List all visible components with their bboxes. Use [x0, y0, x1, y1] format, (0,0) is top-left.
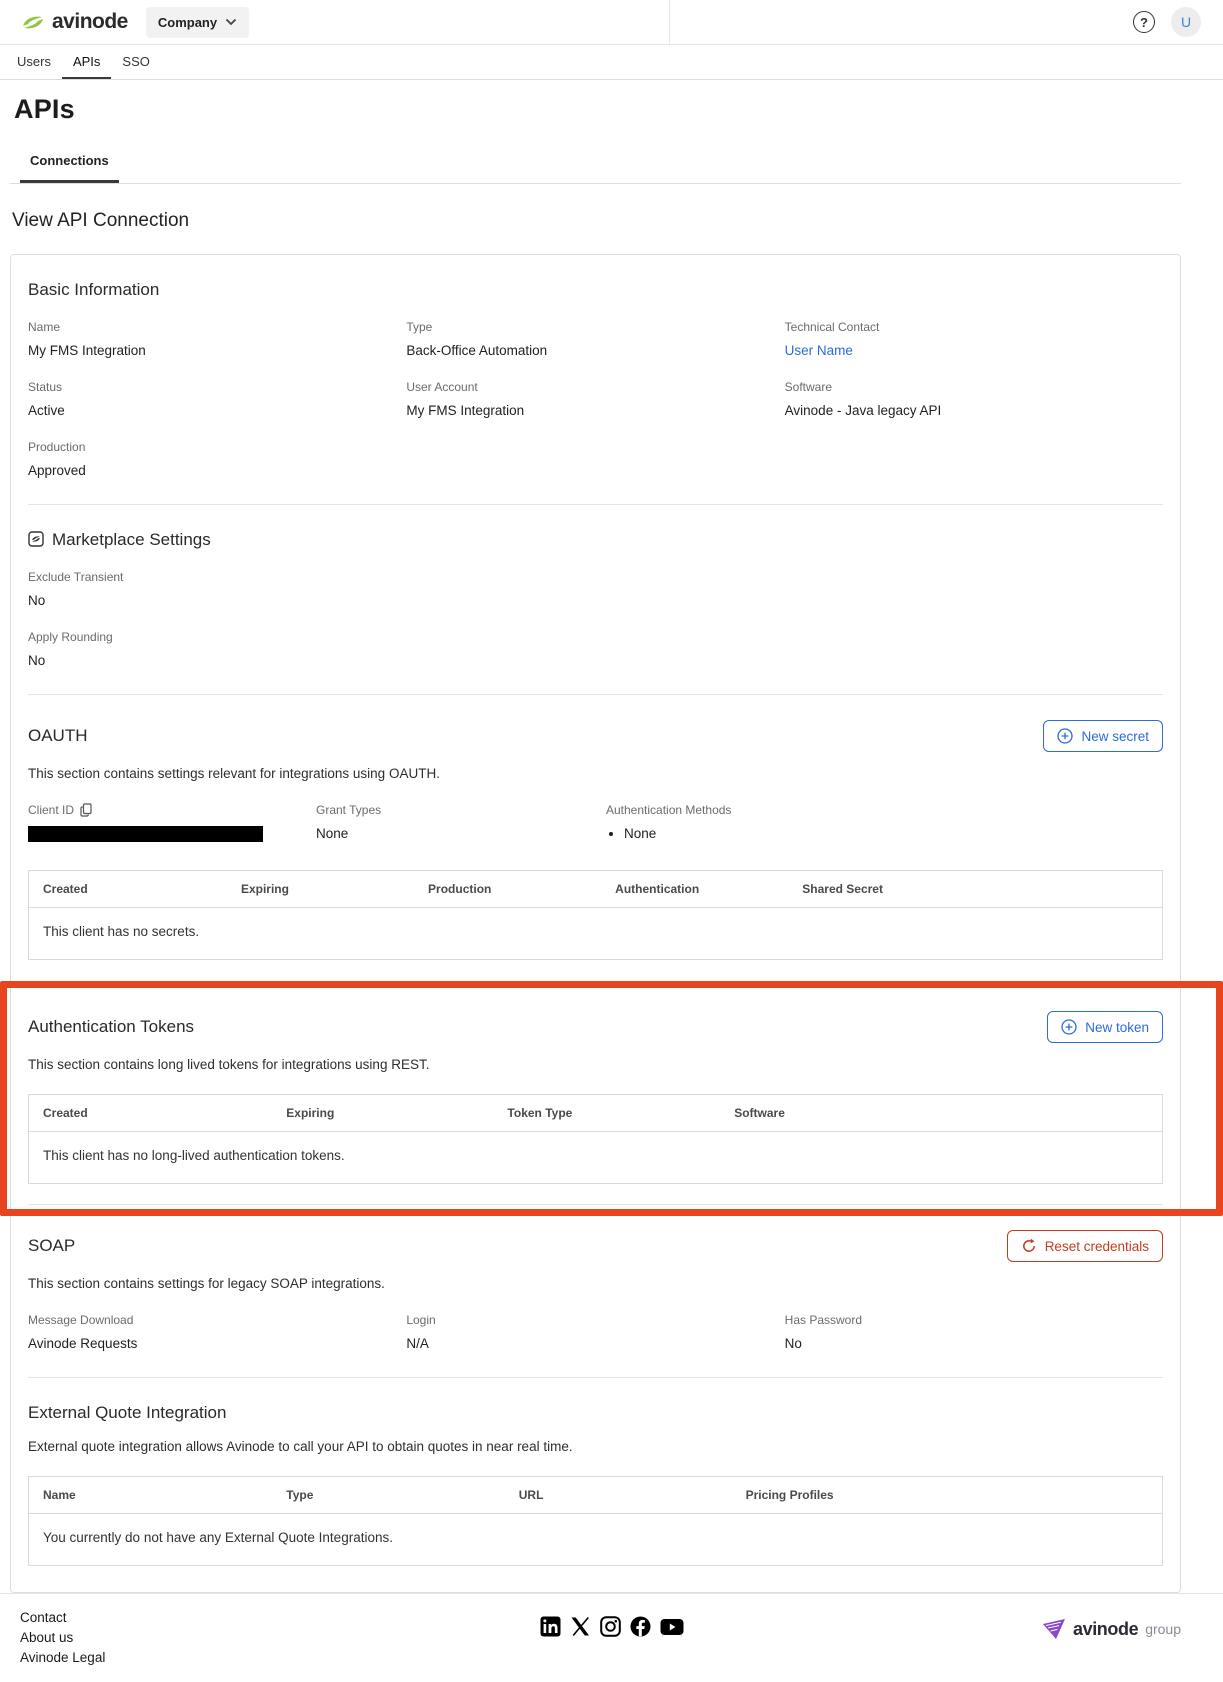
auth-tokens-table: Created Expiring Token Type Software Thi…: [28, 1094, 1163, 1184]
field-name: Name My FMS Integration: [28, 320, 146, 358]
page-footer: Contact About us Avinode Legal avinode g…: [0, 1594, 1223, 1682]
basic-information-title: Basic Information: [28, 280, 160, 299]
copy-icon[interactable]: [80, 803, 92, 817]
oauth-title: OAUTH: [28, 726, 88, 745]
new-secret-button[interactable]: New secret: [1043, 720, 1163, 752]
soap-description: This section contains settings for legac…: [28, 1276, 385, 1291]
table-row: This client has no long-lived authentica…: [29, 1132, 1163, 1184]
subtab-bar: Connections: [10, 147, 1181, 184]
client-id-redacted-value: [28, 826, 263, 842]
chevron-down-icon: [225, 18, 237, 26]
help-button[interactable]: ?: [1133, 11, 1155, 33]
facebook-icon[interactable]: [630, 1616, 651, 1637]
main-content: APIs Connections View API Connection Bas…: [0, 80, 1223, 1593]
company-selector[interactable]: Company: [145, 6, 250, 38]
reset-credentials-button[interactable]: Reset credentials: [1006, 1230, 1163, 1262]
linkedin-icon[interactable]: [540, 1616, 561, 1637]
empty-tokens-message: This client has no long-lived authentica…: [43, 1148, 345, 1163]
footer-links: Contact About us Avinode Legal: [20, 1610, 105, 1665]
technical-contact-link[interactable]: User Name: [785, 343, 853, 358]
avinode-group-triangle-icon: [1042, 1619, 1065, 1639]
external-quote-description: External quote integration allows Avinod…: [28, 1439, 573, 1454]
oauth-description: This section contains settings relevant …: [28, 766, 440, 781]
table-row: This client has no secrets.: [29, 908, 1163, 960]
empty-secrets-message: This client has no secrets.: [43, 924, 200, 939]
external-quote-title: External Quote Integration: [28, 1403, 227, 1422]
section-external-quote: External Quote Integration External quot…: [28, 1377, 1163, 1592]
x-icon[interactable]: [570, 1616, 591, 1637]
field-grant-types: Grant Types None: [316, 803, 382, 841]
instagram-icon[interactable]: [599, 1616, 621, 1637]
section-soap: SOAP Reset credentials This section cont…: [28, 1204, 1163, 1377]
footer-link-about[interactable]: About us: [20, 1630, 105, 1645]
section-oauth: OAUTH New secret This section contains s…: [28, 694, 1163, 986]
field-technical-contact: Technical Contact User Name: [784, 320, 880, 358]
section-authentication-tokens: Authentication Tokens New token This sec…: [0, 981, 1223, 1216]
field-login: Login N/A: [406, 1313, 436, 1351]
admin-nav-tabs: Users APIs SSO: [0, 45, 1223, 80]
plus-circle-icon: [1057, 728, 1074, 744]
avinode-logo[interactable]: avinode: [20, 10, 128, 34]
avinode-swoosh-icon: [23, 16, 43, 28]
api-connection-card: Basic Information Name My FMS Integratio…: [0, 254, 1223, 1593]
field-type: Type Back-Office Automation: [406, 320, 548, 358]
view-api-connection-heading: View API Connection: [12, 210, 190, 231]
avinode-group-logo: avinode group: [1042, 1610, 1193, 1640]
new-token-button[interactable]: New token: [1047, 1011, 1163, 1043]
field-apply-rounding: Apply Rounding No: [28, 630, 113, 668]
field-exclude-transient: Exclude Transient No: [28, 570, 124, 608]
field-message-download: Message Download Avinode Requests: [28, 1313, 138, 1351]
field-authentication-methods: Authentication Methods None: [606, 803, 1163, 842]
tab-users[interactable]: Users: [6, 45, 62, 79]
auth-tokens-description: This section contains long lived tokens …: [28, 1057, 430, 1072]
tab-connections[interactable]: Connections: [20, 147, 119, 183]
empty-quote-message: You currently do not have any External Q…: [43, 1530, 393, 1545]
table-row: You currently do not have any External Q…: [29, 1514, 1163, 1566]
footer-social-icons: [540, 1616, 684, 1637]
field-status: Status Active: [28, 380, 65, 418]
external-quote-table: Name Type URL Pricing Profiles You curre…: [28, 1476, 1163, 1566]
refresh-icon: [1022, 1238, 1035, 1252]
plus-circle-icon: [1061, 1019, 1077, 1035]
authentication-tokens-title: Authentication Tokens: [28, 1017, 195, 1036]
field-has-password: Has Password No: [784, 1313, 863, 1351]
field-production: Production Approved: [28, 440, 86, 478]
field-client-id: Client ID: [28, 803, 316, 842]
avatar[interactable]: U: [1171, 7, 1201, 37]
tab-apis[interactable]: APIs: [61, 45, 112, 79]
marketplace-settings-title: Marketplace Settings: [52, 530, 211, 549]
page-title: APIs: [14, 94, 75, 124]
soap-title: SOAP: [28, 1236, 76, 1255]
marketplace-icon: [28, 531, 44, 547]
brand-name: avinode: [52, 10, 128, 33]
field-user-account: User Account My FMS Integration: [406, 380, 525, 418]
section-basic-information: Basic Information Name My FMS Integratio…: [28, 255, 1163, 504]
youtube-icon[interactable]: [660, 1618, 684, 1636]
oauth-secrets-table: Created Expiring Production Authenticati…: [28, 870, 1163, 960]
footer-link-legal[interactable]: Avinode Legal: [20, 1650, 105, 1665]
tab-sso[interactable]: SSO: [111, 45, 160, 79]
field-software: Software Avinode - Java legacy API: [784, 380, 942, 418]
app-header: avinode Company ? U: [0, 0, 1223, 45]
footer-link-contact[interactable]: Contact: [20, 1610, 105, 1625]
section-marketplace-settings: Marketplace Settings Exclude Transient N…: [28, 504, 1163, 694]
